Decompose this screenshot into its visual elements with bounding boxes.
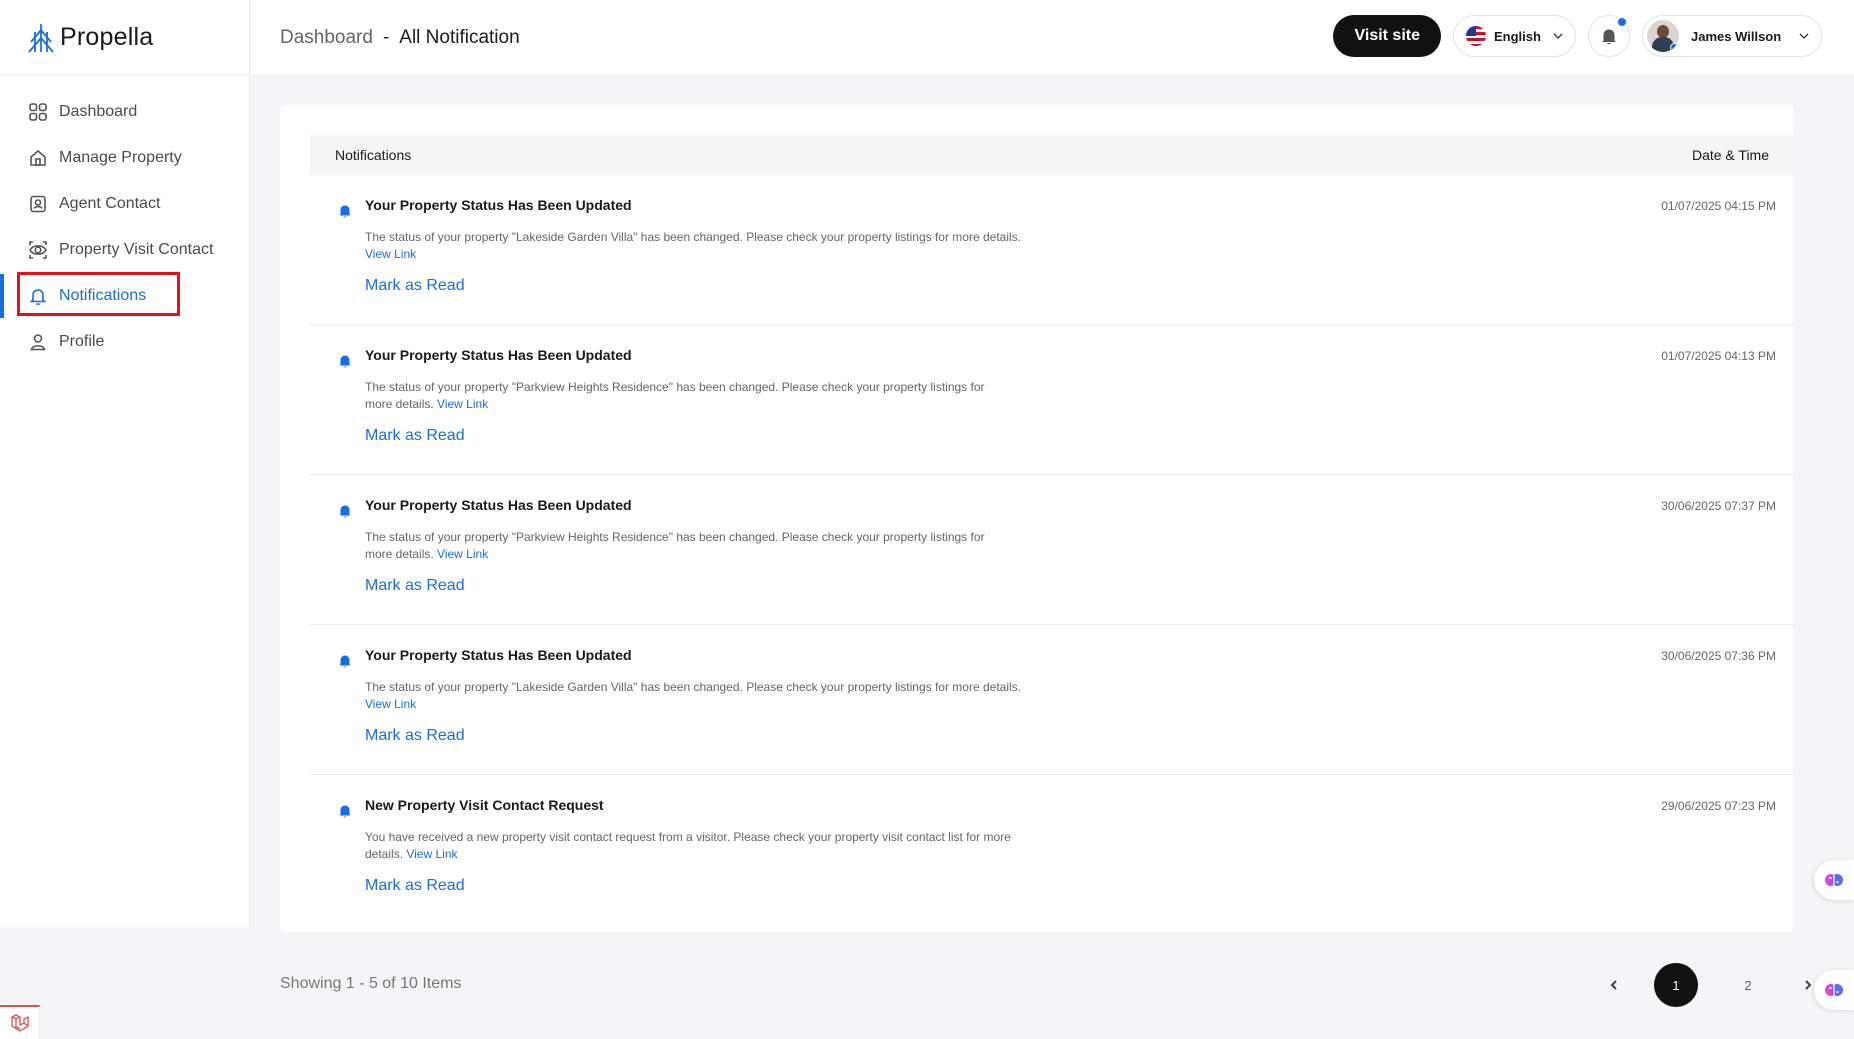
sidebar: Propella Dashboard Manage Property Agent…: [0, 0, 250, 927]
notification-description: The status of your property "Parkview He…: [365, 379, 985, 413]
house-icon: [30, 149, 46, 166]
sidebar-item-label: Notifications: [59, 287, 147, 304]
sidebar-item-agent-contact[interactable]: Agent Contact: [0, 181, 249, 227]
notification-text: The status of your property "Lakeside Ga…: [365, 680, 1021, 694]
notification-time: 29/06/2025 07:23 PM: [1661, 799, 1776, 813]
notification-list: Your Property Status Has Been Updated Th…: [310, 175, 1794, 925]
page-button-2[interactable]: 2: [1726, 963, 1770, 1007]
breadcrumb-root[interactable]: Dashboard: [280, 27, 373, 49]
notification-description: You have received a new property visit c…: [365, 829, 1035, 863]
notification-row: Your Property Status Has Been Updated Th…: [310, 175, 1794, 325]
notifications-card: Notifications Date & Time Your Property …: [280, 105, 1794, 932]
notification-row: Your Property Status Has Been Updated Th…: [310, 475, 1794, 625]
avatar: [1647, 20, 1679, 52]
notification-row: Your Property Status Has Been Updated Th…: [310, 325, 1794, 475]
bell-icon: [339, 505, 351, 518]
header-actions: Visit site English James Willson: [1333, 15, 1822, 57]
notification-description: The status of your property "Lakeside Ga…: [365, 679, 1025, 713]
bell-icon: [1602, 29, 1616, 45]
notification-row: Your Property Status Has Been Updated Th…: [310, 625, 1794, 775]
brain-icon: [1825, 874, 1843, 886]
sidebar-item-dashboard[interactable]: Dashboard: [0, 89, 249, 135]
notification-title: New Property Visit Contact Request: [365, 797, 604, 813]
chevron-down-icon: [1553, 33, 1563, 39]
propella-logo-icon: [28, 23, 54, 53]
chevron-left-icon: [1610, 980, 1617, 990]
sidebar-item-manage-property[interactable]: Manage Property: [0, 135, 249, 181]
laravel-icon: [10, 1014, 29, 1032]
view-link[interactable]: View Link: [437, 547, 488, 561]
breadcrumb: Dashboard - All Notification: [280, 27, 520, 49]
sidebar-item-property-visit-contact[interactable]: Property Visit Contact: [0, 227, 249, 273]
sidebar-item-label: Manage Property: [59, 149, 182, 166]
user-icon: [30, 334, 46, 351]
us-flag-icon: [1466, 26, 1486, 46]
notification-row: New Property Visit Contact Request You h…: [310, 775, 1794, 925]
app-name: Propella: [60, 23, 154, 51]
user-menu[interactable]: James Willson: [1642, 15, 1822, 57]
view-link[interactable]: View Link: [437, 397, 488, 411]
sidebar-item-label: Agent Contact: [59, 195, 161, 212]
sidebar-item-profile[interactable]: Profile: [0, 319, 249, 365]
mark-as-read-button[interactable]: Mark as Read: [365, 727, 465, 745]
sidebar-item-label: Profile: [59, 333, 105, 350]
grid-icon: [29, 103, 47, 121]
view-link[interactable]: View Link: [365, 697, 416, 711]
column-header-datetime: Date & Time: [1691, 147, 1769, 163]
chevron-down-icon: [1799, 33, 1809, 39]
notification-title: Your Property Status Has Been Updated: [365, 647, 632, 663]
notification-time: 30/06/2025 07:37 PM: [1661, 499, 1776, 513]
notification-title: Your Property Status Has Been Updated: [365, 347, 632, 363]
notification-description: The status of your property "Lakeside Ga…: [365, 229, 1025, 263]
assistant-widget-button-secondary[interactable]: [1814, 970, 1854, 1010]
notification-time: 30/06/2025 07:36 PM: [1661, 649, 1776, 663]
mark-as-read-button[interactable]: Mark as Read: [365, 577, 465, 595]
view-link[interactable]: View Link: [365, 247, 416, 261]
notification-time: 01/07/2025 04:13 PM: [1661, 349, 1776, 363]
notification-time: 01/07/2025 04:15 PM: [1661, 199, 1776, 213]
bell-icon: [339, 805, 351, 818]
page-button-1[interactable]: 1: [1654, 963, 1698, 1007]
bell-icon: [339, 205, 351, 218]
bell-icon: [29, 289, 47, 306]
bell-icon: [339, 355, 351, 368]
sidebar-nav: Dashboard Manage Property Agent Contact …: [0, 76, 249, 365]
notification-dot: [1617, 17, 1627, 27]
column-header-notifications: Notifications: [335, 147, 412, 163]
assistant-widget-button[interactable]: [1814, 860, 1854, 900]
visit-site-button[interactable]: Visit site: [1333, 15, 1441, 57]
notification-text: The status of your property "Lakeside Ga…: [365, 230, 1021, 244]
sidebar-item-label: Property Visit Contact: [59, 241, 214, 258]
notification-title: Your Property Status Has Been Updated: [365, 497, 632, 513]
eye-icon: [29, 241, 47, 259]
previous-page-button[interactable]: [1604, 975, 1624, 995]
page-title: All Notification: [399, 26, 520, 48]
bell-icon: [339, 655, 351, 668]
chevron-right-icon: [1805, 980, 1812, 990]
debug-toolbar-button[interactable]: [0, 1005, 40, 1039]
top-header: Dashboard - All Notification Visit site …: [251, 0, 1854, 76]
pagination-summary: Showing 1 - 5 of 10 Items: [280, 975, 462, 992]
language-label: English: [1494, 28, 1541, 44]
sidebar-item-notifications[interactable]: Notifications: [0, 272, 249, 319]
view-link[interactable]: View Link: [406, 847, 457, 861]
mark-as-read-button[interactable]: Mark as Read: [365, 877, 465, 895]
mark-as-read-button[interactable]: Mark as Read: [365, 277, 465, 295]
table-header: Notifications Date & Time: [310, 135, 1794, 175]
user-name: James Willson: [1691, 28, 1782, 44]
notification-bell-button[interactable]: [1588, 15, 1630, 57]
breadcrumb-separator: -: [382, 26, 390, 48]
contact-icon: [30, 195, 46, 213]
sidebar-item-label: Dashboard: [59, 103, 138, 120]
brain-icon: [1825, 984, 1843, 996]
notification-description: The status of your property "Parkview He…: [365, 529, 985, 563]
mark-as-read-button[interactable]: Mark as Read: [365, 427, 465, 445]
app-logo[interactable]: Propella: [0, 0, 249, 76]
language-select[interactable]: English: [1453, 15, 1576, 57]
pagination: 1 2: [1604, 963, 1818, 1007]
notification-title: Your Property Status Has Been Updated: [365, 197, 632, 213]
notification-text: You have received a new property visit c…: [365, 830, 1011, 861]
